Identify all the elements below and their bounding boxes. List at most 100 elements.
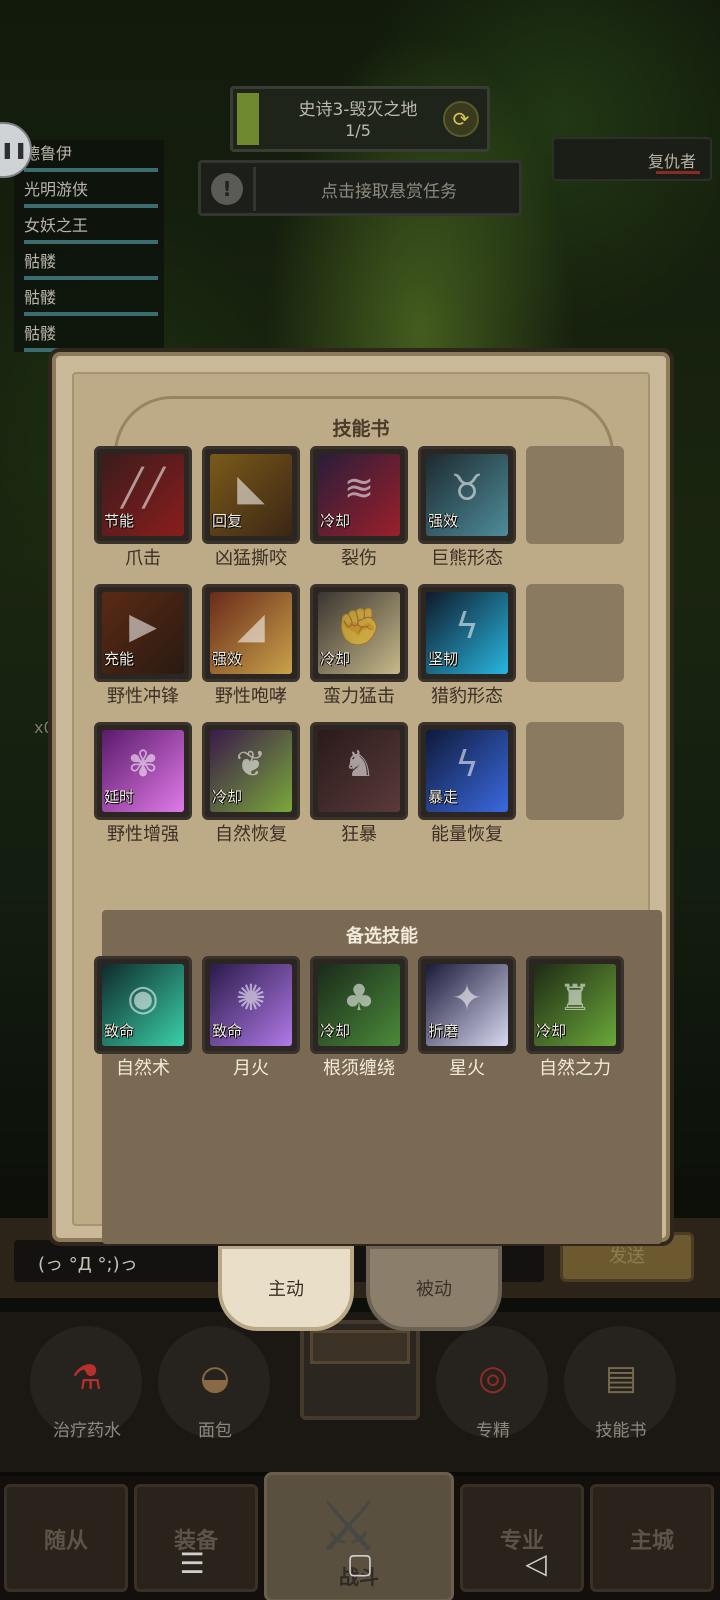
equipped-skill-slot[interactable]: ≋ 冷却: [310, 446, 408, 544]
skill-glyph: ✾: [127, 744, 159, 785]
alternate-skill-slot[interactable]: ♜ 冷却: [526, 956, 624, 1054]
party-member-name: 骷髅: [24, 324, 57, 343]
equipped-skill-slot[interactable]: ♞: [310, 722, 408, 820]
divider: [253, 167, 256, 211]
party-member[interactable]: 光明游侠: [24, 176, 162, 210]
bread-icon: ◒: [200, 1358, 230, 1398]
enemy-name: 复仇者: [647, 152, 696, 171]
equipped-skill-slot[interactable]: ϟ 坚韧: [418, 584, 516, 682]
back-icon[interactable]: ◁: [516, 1544, 556, 1584]
party-member[interactable]: 女妖之王: [24, 212, 162, 246]
equipped-skill-slot[interactable]: ╱╱ 节能: [94, 446, 192, 544]
tab-passive-skills[interactable]: 被动: [366, 1245, 502, 1331]
skill-glyph: ♜: [558, 978, 592, 1019]
party-member-name: 德鲁伊: [24, 144, 73, 163]
skill-badge: 冷却: [320, 1022, 351, 1040]
skill-glyph: ◣: [237, 468, 265, 509]
skill-badge: 充能: [104, 650, 135, 668]
skillbook-panel: 技能书 ╱╱ 节能 爪击 ◣ 回复 凶猛撕咬 ≋ 冷却 裂伤 ♉ 强效 巨熊形态 ▶ 充能 野性冲锋 ◢ 强效野…: [52, 352, 670, 1244]
skill-badge: 节能: [104, 512, 135, 530]
skill-glyph: ≋: [343, 468, 375, 509]
skill-badge: 致命: [104, 1022, 135, 1040]
home-icon[interactable]: ▢: [340, 1544, 380, 1584]
enemy-health-bar: [656, 171, 700, 174]
tab-passive-label: 被动: [416, 1279, 452, 1300]
skill-badge: 坚韧: [428, 650, 459, 668]
refresh-icon[interactable]: ⟳: [443, 101, 479, 137]
equipped-skill-slot[interactable]: ◢ 强效: [202, 584, 300, 682]
equipped-skill-slot[interactable]: ▶ 充能: [94, 584, 192, 682]
skill-glyph: ❦: [235, 744, 267, 785]
party-list: 德鲁伊 光明游侠 女妖之王 骷髅 骷髅 骷髅: [14, 140, 164, 352]
alternate-skill-slot[interactable]: ✦ 折磨: [418, 956, 516, 1054]
stage-progress-count: 1/5: [345, 121, 371, 140]
equipped-skill-slot[interactable]: ✊ 冷却: [310, 584, 408, 682]
party-member-health: [24, 276, 158, 280]
quick-label: 面包: [198, 1421, 232, 1441]
party-member-health: [24, 204, 158, 208]
quick-label: 专精: [476, 1421, 510, 1441]
treasure-chest-button[interactable]: [300, 1320, 420, 1420]
skill-badge: 强效: [212, 650, 243, 668]
party-member-name: 光明游侠: [24, 180, 89, 199]
skill-name: 自然术: [116, 1058, 170, 1079]
skill-name: 根须缠绕: [323, 1058, 395, 1079]
skill-badge: 延时: [104, 788, 135, 806]
skill-glyph: ◉: [127, 978, 159, 1019]
tab-active-label: 主动: [268, 1279, 304, 1300]
book-icon: ▤: [604, 1358, 638, 1398]
skill-glyph: ♞: [342, 744, 376, 785]
empty-skill-slot[interactable]: [526, 722, 624, 820]
bread-button[interactable]: ◒ 面包: [156, 1326, 274, 1446]
spec-button[interactable]: ◎ 专精: [434, 1326, 552, 1446]
party-member[interactable]: 骷髅: [24, 320, 162, 354]
pause-icon: ❚❚: [0, 140, 28, 159]
quick-label: 治疗药水: [53, 1421, 121, 1441]
equipped-skill-slot[interactable]: ♉ 强效: [418, 446, 516, 544]
equipped-skill-slot[interactable]: ✾ 延时: [94, 722, 192, 820]
alternate-skill-slot[interactable]: ♣ 冷却: [310, 956, 408, 1054]
skill-glyph: ╱╱: [121, 468, 165, 509]
stage-progress-bar: [237, 93, 259, 145]
system-nav-bar: ☰ ▢ ◁: [0, 1540, 720, 1590]
berserk-icon: ♞: [318, 730, 400, 812]
skill-name: 猎豹形态: [431, 686, 503, 707]
exclamation-icon: !: [211, 173, 243, 205]
skill-badge: 冷却: [212, 788, 243, 806]
panel-title: 技能书: [332, 418, 390, 440]
party-member[interactable]: 骷髅: [24, 284, 162, 318]
skill-badge: 暴走: [428, 788, 459, 806]
enemy-target[interactable]: 复仇者: [552, 137, 712, 181]
alternate-skills-title: 备选技能: [346, 926, 418, 947]
chat-input-text: (っ °Д °;)っ: [38, 1254, 138, 1275]
stage-indicator[interactable]: 史诗3-毁灭之地 1/5 ⟳: [230, 86, 490, 152]
skill-name: 自然之力: [539, 1058, 611, 1079]
alternate-skill-slot[interactable]: ✺ 致命: [202, 956, 300, 1054]
tab-active-skills[interactable]: 主动: [218, 1245, 354, 1331]
skill-name: 星火: [449, 1058, 485, 1079]
menu-icon[interactable]: ☰: [172, 1544, 212, 1584]
skill-badge: 折磨: [428, 1022, 459, 1040]
potion-button[interactable]: ⚗ 治疗药水: [28, 1326, 146, 1446]
skill-name: 裂伤: [341, 548, 377, 569]
skill-badge: 强效: [428, 512, 459, 530]
equipped-skill-slot[interactable]: ◣ 回复: [202, 446, 300, 544]
bounty-quest-button[interactable]: ! 点击接取悬赏任务: [198, 160, 522, 216]
alternate-skills-section: 备选技能 ◉ 致命 自然术 ✺ 致命 月火 ♣ 冷却 根须缠绕 ✦ 折磨 星火 ♜ 冷却 自然之力: [94, 910, 662, 1244]
equipped-skill-slot[interactable]: ❦ 冷却: [202, 722, 300, 820]
party-member-health: [24, 168, 158, 172]
skill-glyph: ✺: [235, 978, 267, 1019]
skillbook-button[interactable]: ▤ 技能书: [562, 1326, 680, 1446]
skill-name: 爪击: [125, 548, 161, 569]
equipped-skill-slot[interactable]: ϟ 暴走: [418, 722, 516, 820]
skill-name: 野性冲锋: [107, 686, 179, 707]
skillbook-panel-inner: 技能书 ╱╱ 节能 爪击 ◣ 回复 凶猛撕咬 ≋ 冷却 裂伤 ♉ 强效 巨熊形态 ▶ 充能 野性冲锋 ◢ 强效野…: [72, 372, 662, 1244]
alternate-skill-slot[interactable]: ◉ 致命: [94, 956, 192, 1054]
empty-skill-slot[interactable]: [526, 446, 624, 544]
skill-glyph: ▶: [129, 606, 157, 647]
empty-skill-slot[interactable]: [526, 584, 624, 682]
skill-badge: 回复: [212, 512, 243, 530]
spec-icon: ◎: [478, 1358, 508, 1398]
party-member[interactable]: 德鲁伊: [24, 140, 162, 174]
party-member[interactable]: 骷髅: [24, 248, 162, 282]
